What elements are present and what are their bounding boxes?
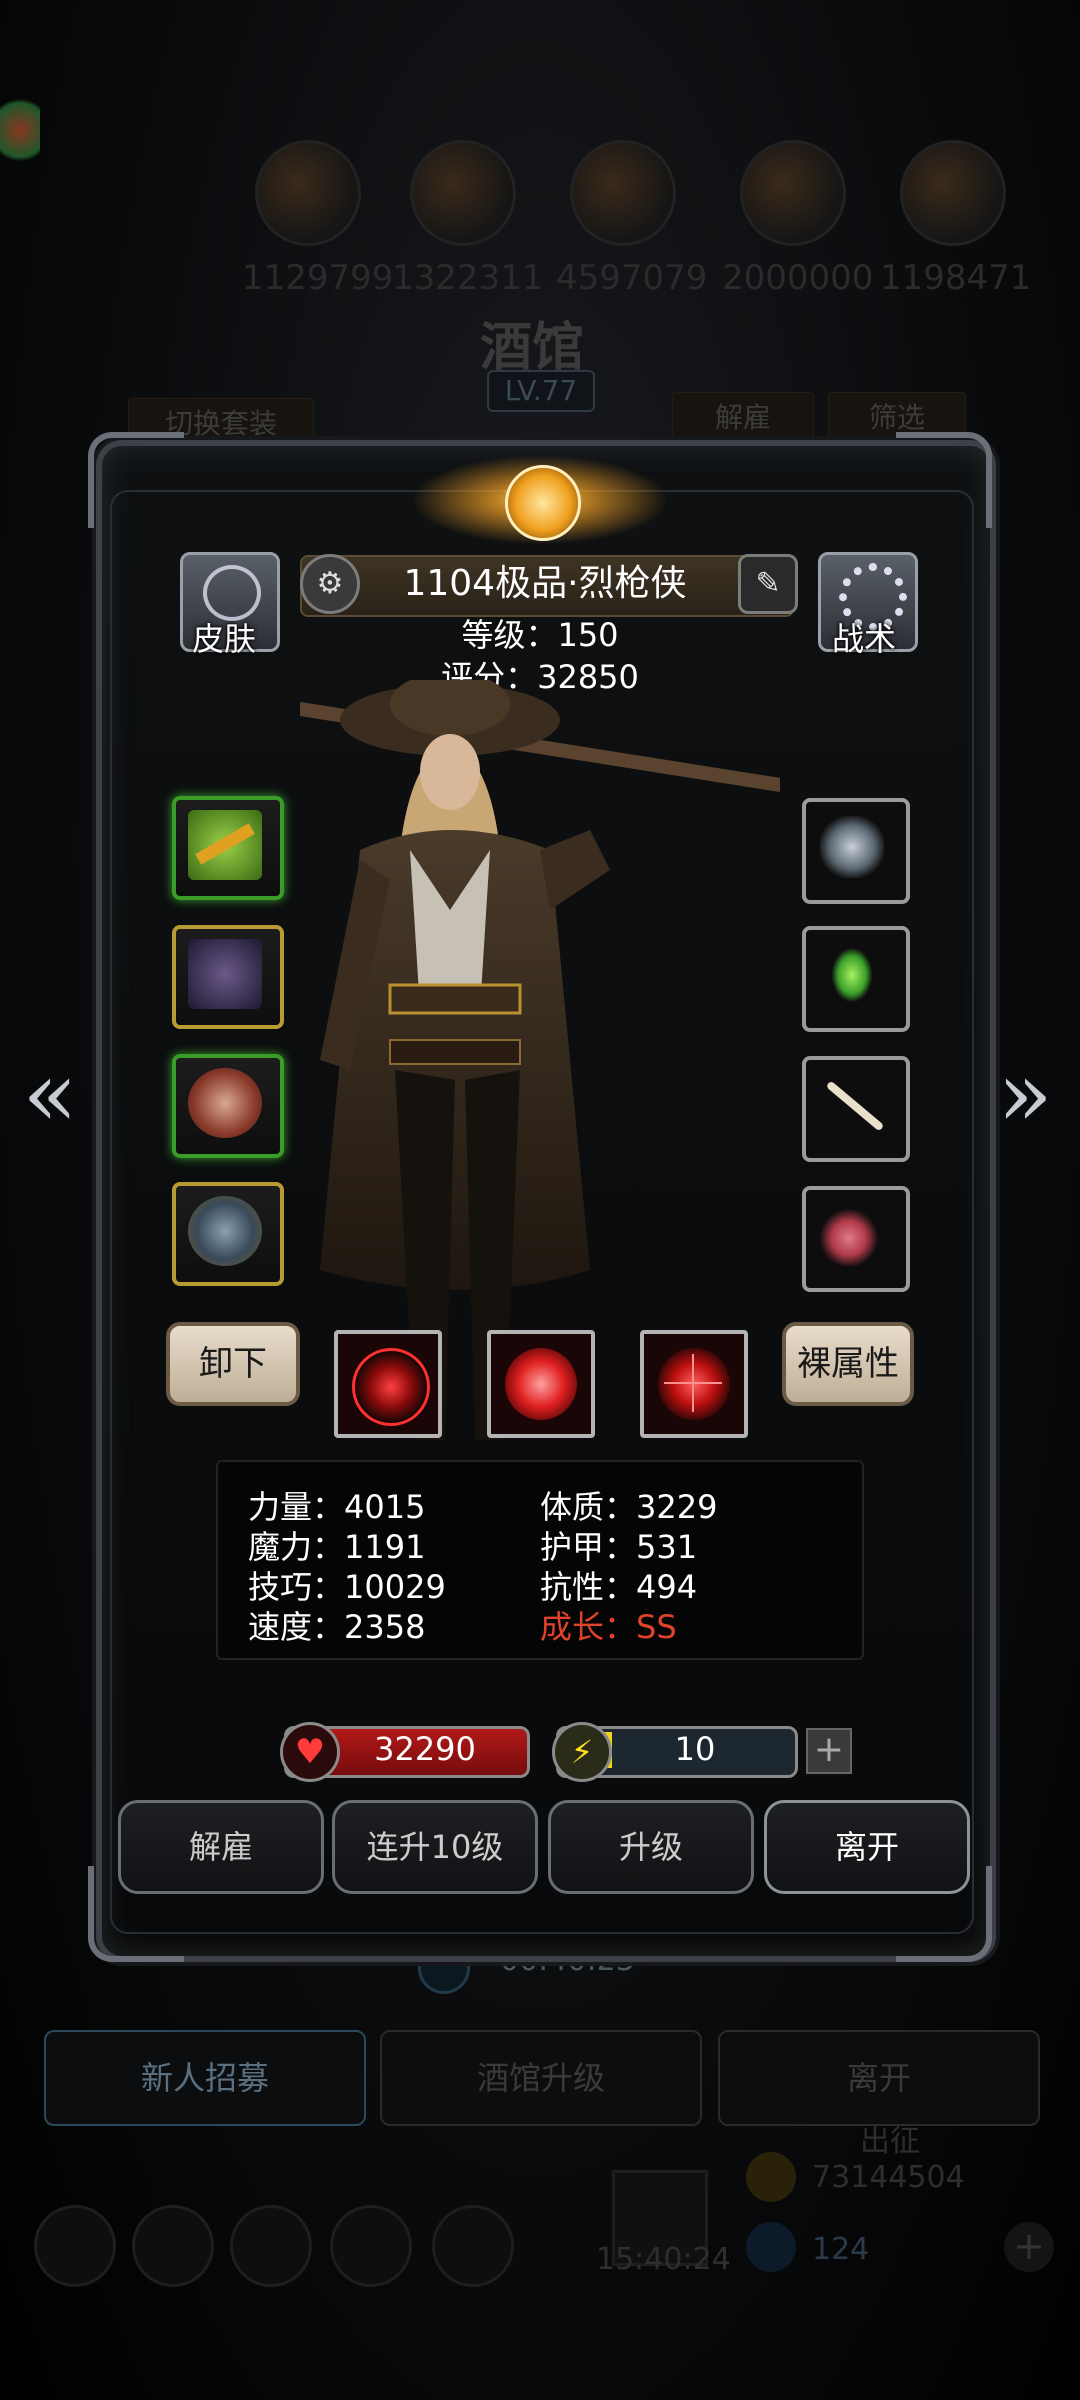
menu-round-icon[interactable] — [432, 2205, 514, 2287]
menu-round-icon[interactable] — [230, 2205, 312, 2287]
equip-slot-accessory-3[interactable] — [802, 1056, 910, 1162]
amulet-icon — [188, 1068, 262, 1138]
bone-stick-icon — [820, 1074, 885, 1136]
resource-value: 1322311 — [392, 258, 544, 298]
equip-slot-weapon[interactable] — [172, 796, 284, 900]
menu-round-icon[interactable] — [132, 2205, 214, 2287]
edit-name-icon[interactable]: ✎ — [738, 554, 798, 614]
bg-dismiss-button[interactable]: 解雇 — [672, 392, 814, 444]
target-skill-icon — [658, 1348, 730, 1420]
resource-value: 4597079 — [556, 258, 708, 298]
equip-slot-ring[interactable] — [172, 1182, 284, 1286]
resource-value: 2000000 — [722, 258, 874, 298]
tab-new-recruit[interactable]: 新人招募 — [44, 2030, 366, 2126]
skill-slot-3[interactable] — [640, 1330, 748, 1438]
resource-icon — [255, 140, 361, 246]
coat-icon — [188, 939, 262, 1009]
tactics-label: 战术 — [832, 620, 897, 658]
dismiss-button[interactable]: 解雇 — [118, 1800, 324, 1894]
stat-speed: 速度：2358 — [248, 1608, 426, 1646]
energy-value: 10 — [674, 1730, 716, 1768]
resource-icon — [900, 140, 1006, 246]
level-up-button[interactable]: 升级 — [548, 1800, 754, 1894]
swirl-skill-icon — [505, 1348, 577, 1420]
equip-slot-amulet[interactable] — [172, 1054, 284, 1158]
game-clock: 15:40:24 — [596, 2242, 731, 2277]
crosshair-skill-icon — [352, 1348, 430, 1426]
gem-icon — [746, 2222, 796, 2272]
skill-slot-2[interactable] — [487, 1330, 595, 1438]
tavern-title: 酒馆 — [480, 317, 585, 378]
hp-value: 32290 — [374, 1730, 476, 1768]
panel-corner-ornament — [88, 432, 184, 528]
lightning-icon: ⚡ — [552, 1722, 612, 1782]
ring-icon — [188, 1196, 262, 1266]
level-up-10-button[interactable]: 连升10级 — [332, 1800, 538, 1894]
shotgun-icon — [188, 810, 262, 880]
skin-label: 皮肤 — [192, 620, 257, 658]
cloud-ring-icon — [820, 816, 884, 878]
gold-icon — [746, 2152, 796, 2202]
equip-slot-accessory-2[interactable] — [802, 926, 910, 1032]
tab-tavern-upgrade[interactable]: 酒馆升级 — [380, 2030, 702, 2126]
resource-icon — [570, 140, 676, 246]
leave-button[interactable]: 离开 — [764, 1800, 970, 1894]
equip-slot-accessory-4[interactable] — [802, 1186, 910, 1292]
orb-icon — [820, 1204, 884, 1266]
next-hero-chevron-icon[interactable]: » — [995, 1050, 1055, 1140]
add-energy-button[interactable]: + — [806, 1728, 852, 1774]
menu-round-icon[interactable] — [330, 2205, 412, 2287]
app-logo-icon — [0, 90, 40, 170]
equip-slot-accessory-1[interactable] — [802, 798, 910, 904]
resource-icon — [740, 140, 846, 246]
add-round-icon[interactable]: + — [1004, 2222, 1054, 2272]
resource-value: 1198471 — [880, 258, 1032, 298]
gold-value: 73144504 — [812, 2160, 965, 2195]
equip-slot-armor[interactable] — [172, 925, 284, 1029]
hero-level: 等级：150 — [461, 616, 619, 654]
skill-slot-1[interactable] — [334, 1330, 442, 1438]
shirt-icon — [203, 565, 261, 621]
tab-leave[interactable]: 离开 — [718, 2030, 1040, 2126]
stat-growth: 成长：SS — [540, 1608, 677, 1646]
hero-name: 1104极品·烈枪侠 — [403, 563, 687, 604]
crystal-icon — [820, 944, 884, 1006]
unequip-button[interactable]: 卸下 — [166, 1322, 300, 1406]
base-attributes-button[interactable]: 裸属性 — [782, 1322, 914, 1406]
resource-value: 1129799 — [242, 258, 394, 298]
prev-hero-chevron-icon[interactable]: « — [20, 1050, 80, 1140]
gem-value: 124 — [812, 2232, 870, 2267]
menu-round-icon[interactable] — [34, 2205, 116, 2287]
tavern-level: LV.77 — [487, 370, 595, 412]
panel-corner-ornament — [896, 432, 992, 528]
resource-icon — [410, 140, 516, 246]
rank-emblem-icon — [505, 465, 581, 541]
expedition-label[interactable]: 出征 — [860, 2116, 920, 2160]
